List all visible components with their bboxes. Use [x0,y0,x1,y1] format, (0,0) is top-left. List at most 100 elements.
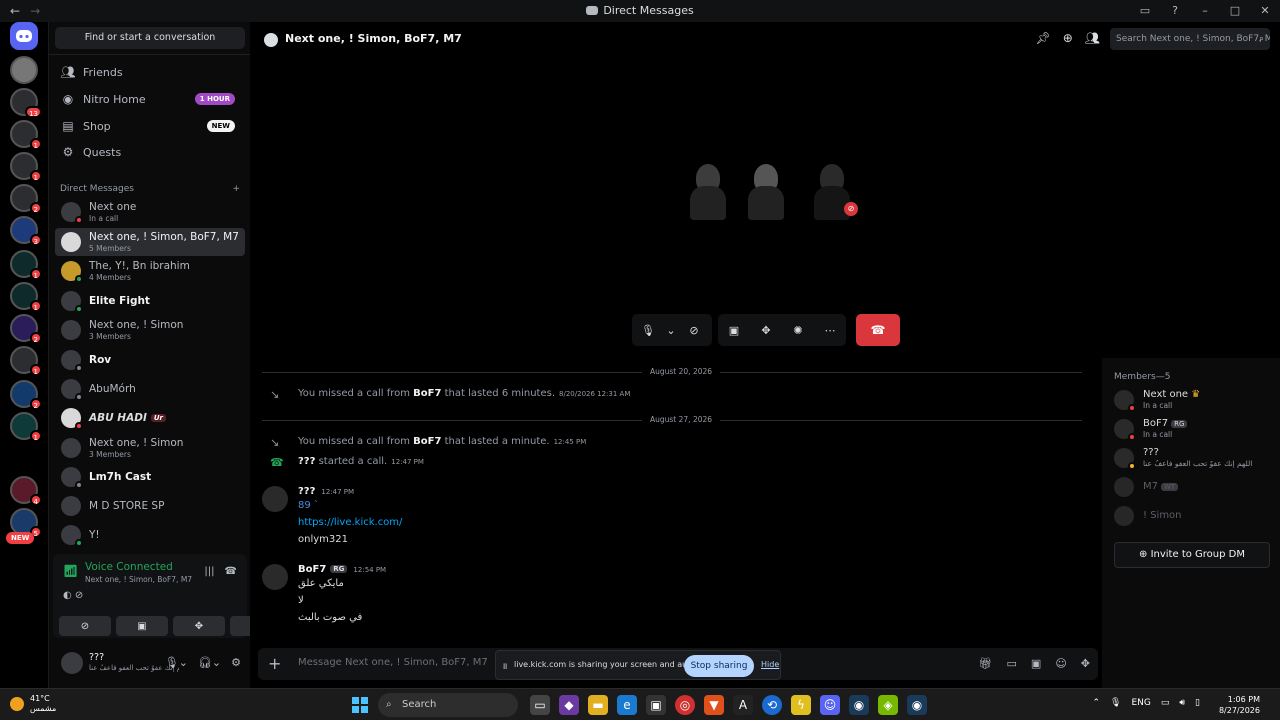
server-icon[interactable]: 1 [10,412,42,442]
steam-icon[interactable]: ◉ [849,695,869,715]
edge-icon[interactable]: e [617,695,637,715]
pin-icon[interactable]: 📌︎ [1035,31,1050,45]
apps-icon[interactable]: ✥ [1081,657,1090,670]
server-icon[interactable]: 2 [10,380,42,410]
server-icon[interactable]: 2 [10,184,42,214]
invite-to-group-button[interactable]: ⊕ Invite to Group DM [1114,542,1270,568]
chevron-up-icon[interactable]: ⌃ [1092,698,1100,708]
dm-item[interactable]: Lm7h Cast [55,463,245,491]
system-user[interactable]: BoF7 [413,436,441,447]
chrome-icon[interactable]: ◎ [675,695,695,715]
soundboard-icon[interactable]: ✺ [782,324,814,337]
username[interactable]: ??? [89,652,104,663]
dm-item[interactable]: ABU HADI Ur [55,404,245,432]
add-friends-icon[interactable]: ⊕ [1063,31,1073,45]
screen-share-button[interactable]: ▣ [116,616,168,636]
maximize-button[interactable]: □ [1220,0,1250,22]
gif-icon[interactable]: ▭ [1007,657,1017,670]
dm-item[interactable]: AbuMórh [55,375,245,403]
dm-item[interactable]: M D STORE SP [55,492,245,520]
gift-icon[interactable]: 🎁︎ [979,657,993,670]
store-icon[interactable]: ▣ [646,695,666,715]
nvidia-icon[interactable]: A [733,695,753,715]
voice-channel[interactable]: Next one, ! Simon, BoF7, M7 [85,575,192,584]
dm-item[interactable]: Next one, ! Simon, BoF7, M7 5 Members [55,228,245,256]
home-button[interactable] [10,22,38,50]
more-icon[interactable]: ⋯ [814,324,846,337]
participant-tile[interactable] [744,164,788,220]
disconnect-icon[interactable]: ☎︎ [225,566,237,577]
server-icon[interactable] [10,56,38,84]
server-icon[interactable]: 1 [10,346,42,376]
member-item[interactable]: ! Simon [1114,504,1274,530]
app-icon[interactable]: ⟲ [762,695,782,715]
find-conversation-button[interactable]: Find or start a conversation [55,27,245,49]
activities-button[interactable]: ✥ [173,616,225,636]
server-icon[interactable]: 1 [10,152,42,182]
server-icon[interactable]: 2 [10,314,42,344]
language-indicator[interactable]: ENG [1131,698,1150,708]
weather-widget[interactable]: 41°C مشمس [10,694,56,714]
headphones-icon[interactable]: 🎧︎⌄ [198,656,221,669]
dm-item[interactable]: Next one, ! Simon 3 Members [55,434,245,462]
camera-off-icon[interactable]: ⊘ [678,324,710,337]
message-link[interactable]: https://live.kick.com/ [298,517,402,528]
member-item[interactable]: M7 WT [1114,475,1274,501]
server-icon[interactable]: 3 [10,216,42,246]
signal-icon[interactable]: 📶︎ [63,564,78,578]
channel-name[interactable]: Next one, ! Simon, BoF7, M7 [285,32,462,45]
dm-item[interactable]: Rov [55,346,245,374]
copilot-icon[interactable]: ◆ [559,695,579,715]
taskbar-search[interactable]: ⌕ Search [378,693,518,717]
server-icon[interactable]: 4 [10,476,42,506]
screen-share-icon[interactable]: ▣ [718,324,750,337]
participant-tile[interactable] [686,164,730,220]
message-author[interactable]: ??? 12:47 PM [298,486,354,497]
task-view-icon[interactable]: ▭ [530,695,550,715]
close-button[interactable]: ✕ [1250,0,1280,22]
volume-icon[interactable]: 🔊︎ [1179,698,1185,708]
server-icon[interactable]: 1 [10,120,42,150]
search-input[interactable]: Search Next one, ! Simon, BoF7, M7 ⌕ [1110,28,1270,50]
clock[interactable]: 1:06 PM 8/27/2026 [1219,694,1260,716]
minimize-button[interactable]: – [1190,0,1220,22]
system-user[interactable]: ??? [298,456,315,467]
settings-gear-icon[interactable]: ⚙︎ [231,656,241,669]
dm-item[interactable]: Y! [55,521,245,549]
hide-link[interactable]: Hide [761,660,779,669]
emoji-icon[interactable]: ☺ [1055,657,1066,670]
inbox-icon[interactable]: ▭ [1130,0,1160,22]
mic-icon[interactable]: 🎙︎ [632,324,664,337]
chevron-down-icon[interactable]: ⌄ [664,324,678,337]
nav-quests[interactable]: ⚙︎ Quests [55,140,245,164]
user-avatar[interactable] [61,652,83,674]
participant-tile[interactable]: ⊘ [810,164,858,220]
battery-icon[interactable]: ▯ [1195,698,1200,708]
nav-friends[interactable]: 👥︎ Friends [55,60,245,84]
discord-icon[interactable]: ☺ [820,695,840,715]
member-item[interactable]: Next one ♛ In a call [1114,388,1274,414]
network-icon[interactable]: ▭ [1161,698,1170,708]
dm-item[interactable]: Next one In a call [55,198,245,226]
voice-status[interactable]: Voice Connected [85,561,173,573]
brave-icon[interactable]: ▼ [704,695,724,715]
server-icon[interactable]: 1 [10,282,42,312]
member-list-icon[interactable]: 👥︎ [1085,31,1100,45]
server-icon[interactable]: 13 [10,88,42,118]
geforce-icon[interactable]: ◈ [878,695,898,715]
activities-icon[interactable]: ✥ [750,324,782,337]
server-icon[interactable]: 1 [10,250,42,280]
mic-icon[interactable]: 🎙︎⌄ [165,656,188,669]
message-author[interactable]: BoF7 RG 12:54 PM [298,564,386,575]
start-button[interactable] [352,697,368,713]
app-icon[interactable]: ϟ [791,695,811,715]
dm-item[interactable]: Next one, ! Simon 3 Members [55,316,245,344]
stream-preview-icon[interactable]: ◐ ⊘ [63,590,93,604]
nav-nitro-home[interactable]: ◉ Nitro Home 1 HOUR [55,87,245,111]
noise-suppression-icon[interactable]: ||| [204,566,214,577]
nav-shop[interactable]: ▤ Shop NEW [55,114,245,138]
camera-off-button[interactable]: ⊘ [59,616,111,636]
attach-plus-icon[interactable]: + [268,654,281,673]
hangup-button[interactable]: ☎︎ [856,314,900,346]
stop-sharing-button[interactable]: Stop sharing [684,655,754,677]
